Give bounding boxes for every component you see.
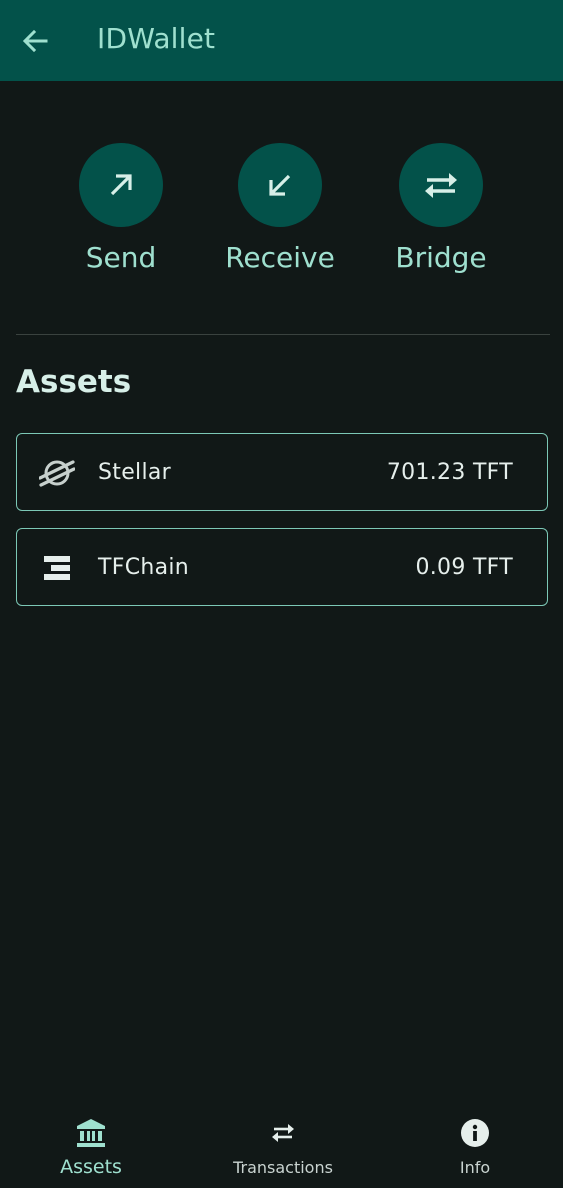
- bank-icon: [21, 1116, 161, 1150]
- arrow-down-left-icon: [269, 174, 291, 196]
- wallet-screen: IDWallet Send Receive Bridge Assets Stel…: [0, 0, 563, 1188]
- send-button[interactable]: Send: [41, 143, 201, 274]
- tfchain-logo-icon: [39, 550, 75, 586]
- arrow-up-right-icon: [110, 174, 132, 196]
- receive-label: Receive: [225, 241, 335, 274]
- nav-item-assets[interactable]: Assets: [21, 1116, 161, 1178]
- asset-card-tfchain[interactable]: TFChain 0.09 TFT: [16, 528, 548, 606]
- nav-label-transactions: Transactions: [233, 1158, 333, 1177]
- bottom-navigation: Assets Transactions Info: [0, 1100, 563, 1188]
- asset-name: TFChain: [98, 555, 190, 580]
- asset-balance: 701.23 TFT: [386, 460, 513, 485]
- send-label: Send: [85, 241, 157, 274]
- assets-heading: Assets: [16, 364, 132, 400]
- receive-circle[interactable]: [238, 143, 322, 227]
- nav-item-info[interactable]: Info: [405, 1116, 545, 1177]
- section-divider: [16, 334, 550, 335]
- asset-name: Stellar: [98, 460, 171, 485]
- receive-button[interactable]: Receive: [200, 143, 360, 274]
- bridge-button[interactable]: Bridge: [361, 143, 521, 274]
- bridge-label: Bridge: [395, 241, 487, 274]
- app-bar: IDWallet: [0, 0, 563, 81]
- swap-arrows-icon: [213, 1116, 353, 1150]
- swap-arrows-icon: [425, 173, 457, 198]
- arrow-left-icon: [22, 29, 48, 53]
- page-title: IDWallet: [97, 22, 216, 55]
- send-circle[interactable]: [79, 143, 163, 227]
- nav-label-assets: Assets: [60, 1156, 122, 1178]
- nav-label-info: Info: [459, 1158, 491, 1177]
- stellar-logo-icon: [39, 455, 75, 491]
- asset-balance: 0.09 TFT: [415, 555, 513, 580]
- back-button[interactable]: [18, 24, 52, 58]
- bridge-circle[interactable]: [399, 143, 483, 227]
- info-icon: [405, 1116, 545, 1150]
- asset-card-stellar[interactable]: Stellar 701.23 TFT: [16, 433, 548, 511]
- quick-actions: Send Receive Bridge: [0, 143, 563, 293]
- nav-item-transactions[interactable]: Transactions: [213, 1116, 353, 1177]
